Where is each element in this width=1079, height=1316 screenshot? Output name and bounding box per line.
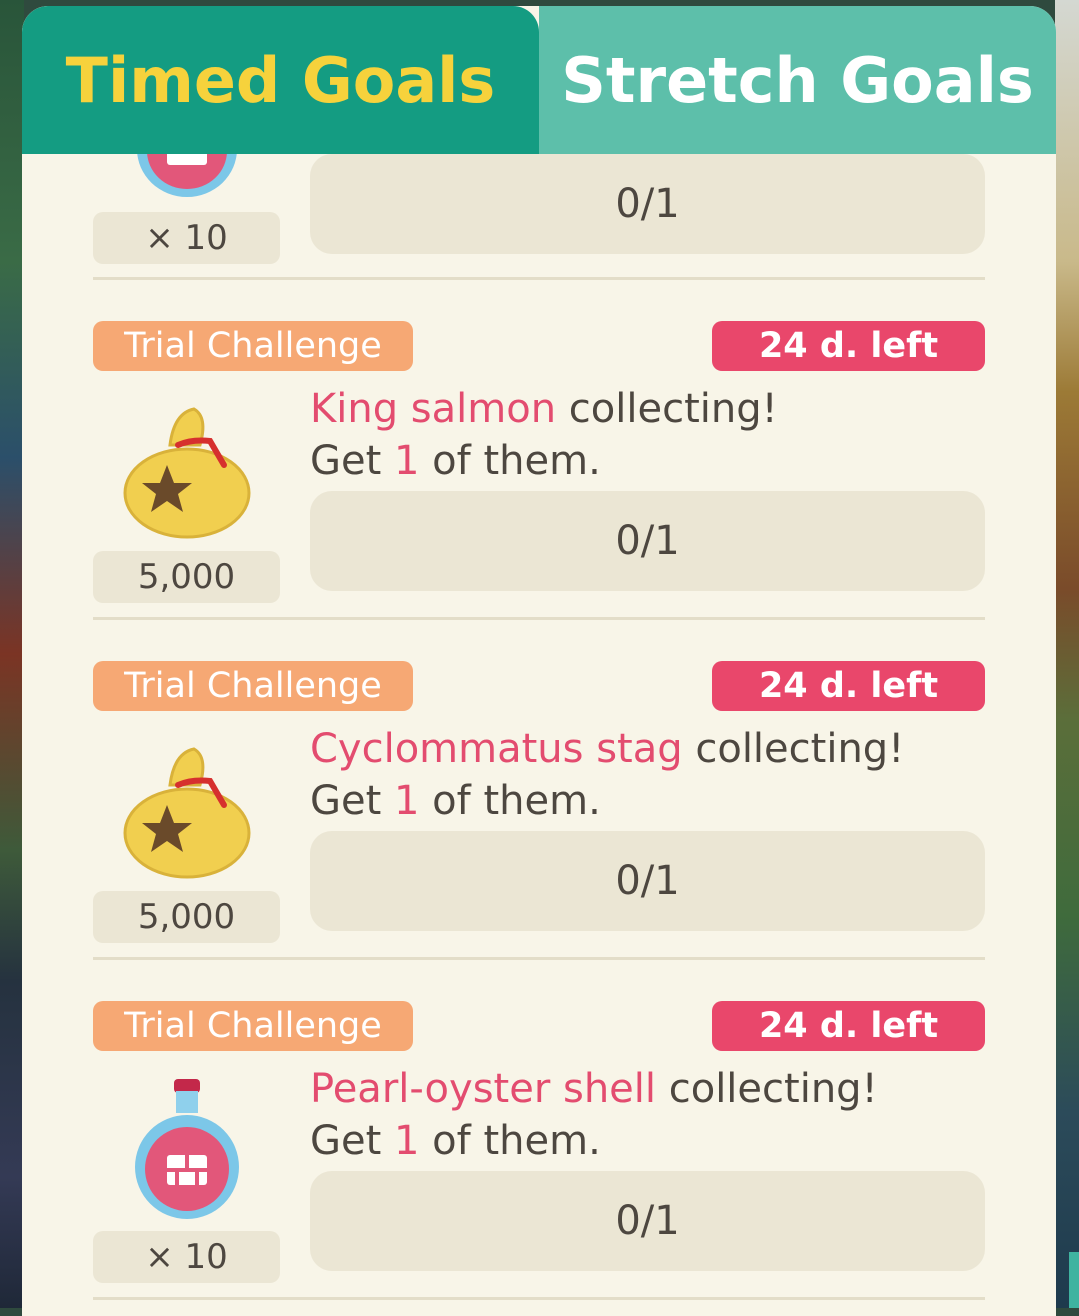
progress-bar: 0/1 xyxy=(310,154,985,254)
progress-bar: 0/1 xyxy=(310,1171,985,1271)
goal-count: 1 xyxy=(394,438,420,484)
trial-challenge-badge: Trial Challenge xyxy=(93,661,413,711)
goals-panel: Timed Goals Stretch Goals × 10 0/1 Trial… xyxy=(22,6,1056,1316)
reward-quantity: × 10 xyxy=(93,1231,280,1283)
goal-list[interactable]: × 10 0/1 Trial Challenge 24 d. left 5,00… xyxy=(22,154,1056,1314)
goal-description: King salmon collecting! Get 1 of them. xyxy=(310,383,1010,487)
divider xyxy=(93,617,985,620)
progress-bar: 0/1 xyxy=(310,491,985,591)
goal-target: Pearl-oyster shell xyxy=(310,1066,657,1112)
goal-line2-prefix: Get xyxy=(310,438,395,484)
goal-target: Cyclommatus stag xyxy=(310,726,683,772)
reward-quantity: 5,000 xyxy=(93,551,280,603)
tab-stretch-goals[interactable]: Stretch Goals xyxy=(539,6,1056,154)
goal-line2-suffix: of them. xyxy=(419,1118,601,1164)
reward-quantity: × 10 xyxy=(93,212,280,264)
reward-quantity: 5,000 xyxy=(93,891,280,943)
goal-description: Pearl-oyster shell collecting! Get 1 of … xyxy=(310,1063,1010,1167)
days-left-badge: 24 d. left xyxy=(712,321,985,371)
potion-icon xyxy=(112,154,262,204)
goal-description: Cyclommatus stag collecting! Get 1 of th… xyxy=(310,723,1010,827)
trial-challenge-badge: Trial Challenge xyxy=(93,1001,413,1051)
goal-suffix: collecting! xyxy=(656,1066,878,1112)
background-left xyxy=(0,0,24,1308)
goal-line2-prefix: Get xyxy=(310,778,395,824)
goal-item[interactable]: Trial Challenge 24 d. left 5,000 Cyclomm… xyxy=(22,661,1056,1001)
tab-bar: Timed Goals Stretch Goals xyxy=(22,6,1056,154)
divider xyxy=(93,1297,985,1300)
days-left-badge: 24 d. left xyxy=(712,661,985,711)
bell-bag-icon xyxy=(112,395,262,545)
days-left-badge: 24 d. left xyxy=(712,1001,985,1051)
background-right xyxy=(1055,0,1079,1308)
goal-suffix: collecting! xyxy=(556,386,778,432)
potion-icon xyxy=(112,1075,262,1225)
goal-item[interactable]: Trial Challenge 24 d. left × 10 Pearl-oy… xyxy=(22,1001,1056,1314)
divider xyxy=(93,277,985,280)
divider xyxy=(93,957,985,960)
goal-line2-suffix: of them. xyxy=(419,778,601,824)
goal-item-partial: × 10 0/1 xyxy=(22,154,1056,284)
goal-line2-suffix: of them. xyxy=(419,438,601,484)
goal-line2-prefix: Get xyxy=(310,1118,395,1164)
goal-target: King salmon xyxy=(310,386,557,432)
trial-challenge-badge: Trial Challenge xyxy=(93,321,413,371)
goal-count: 1 xyxy=(394,1118,420,1164)
bell-bag-icon xyxy=(112,735,262,885)
tab-timed-goals[interactable]: Timed Goals xyxy=(22,6,539,154)
goal-count: 1 xyxy=(394,778,420,824)
goal-suffix: collecting! xyxy=(682,726,905,772)
progress-bar: 0/1 xyxy=(310,831,985,931)
scrollbar-thumb[interactable] xyxy=(1069,1252,1079,1308)
goal-item[interactable]: Trial Challenge 24 d. left 5,000 King sa… xyxy=(22,321,1056,661)
